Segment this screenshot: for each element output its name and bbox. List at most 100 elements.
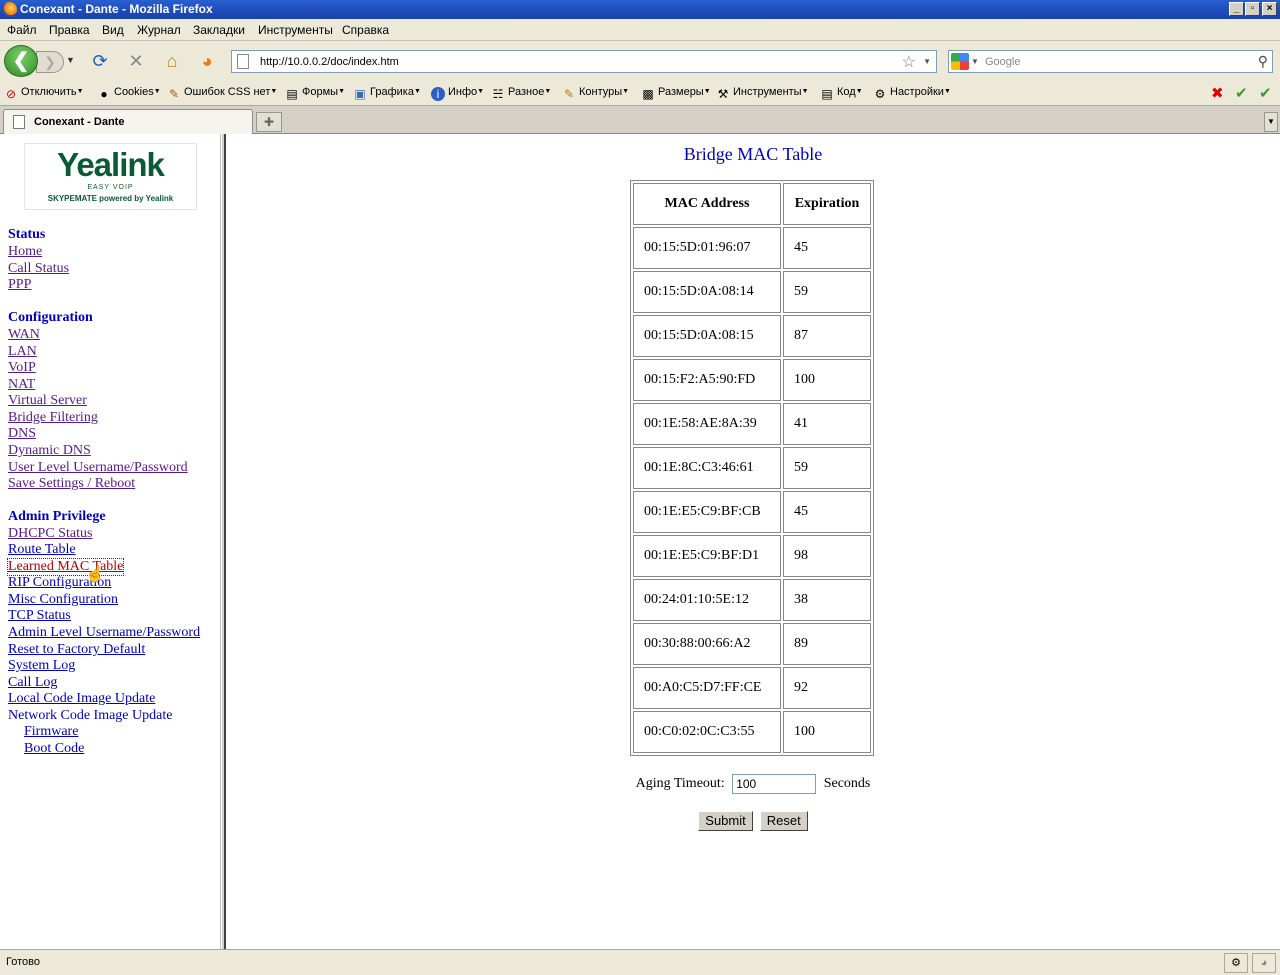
menu-file[interactable]: Файл xyxy=(7,23,37,37)
link-reset-factory-default[interactable]: Reset to Factory Default xyxy=(8,642,145,658)
link-wan[interactable]: WAN xyxy=(8,327,40,343)
toolbar-outline[interactable]: ✎ Контуры▼ xyxy=(562,86,629,101)
window-title: Conexant - Dante - Mozilla Firefox xyxy=(20,2,213,16)
toolbar-disable[interactable]: ⊘ Отключить▼ xyxy=(4,86,84,101)
link-call-log[interactable]: Call Log xyxy=(8,675,57,691)
expiration-cell: 45 xyxy=(783,227,871,269)
link-firmware[interactable]: Firmware xyxy=(24,724,78,740)
expiration-cell: 59 xyxy=(783,447,871,489)
tab-list-button[interactable]: ▼ xyxy=(1264,112,1278,132)
reset-button[interactable]: Reset xyxy=(759,811,808,831)
url-bar[interactable]: http://10.0.0.2/doc/index.htm ☆ ▼ xyxy=(231,50,937,73)
link-call-status[interactable]: Call Status xyxy=(8,261,69,277)
toolbar-images[interactable]: ▣ Графика▼ xyxy=(353,86,421,101)
maximize-button[interactable]: ▫ xyxy=(1245,2,1260,16)
link-virtual-server[interactable]: Virtual Server xyxy=(8,393,87,409)
mac-address-cell: 00:1E:58:AE:8A:39 xyxy=(633,403,781,445)
menu-edit[interactable]: Правка xyxy=(49,23,90,37)
link-learned-mac-table[interactable]: Learned MAC Table xyxy=(6,558,125,576)
menu-bookmarks[interactable]: Закладки xyxy=(193,23,245,37)
link-dynamic-dns[interactable]: Dynamic DNS xyxy=(8,443,91,459)
menu-tools[interactable]: Инструменты xyxy=(258,23,333,37)
expiration-cell: 100 xyxy=(783,711,871,753)
close-button[interactable]: × xyxy=(1262,2,1277,16)
link-dhcpc-status[interactable]: DHCPC Status xyxy=(8,526,92,542)
link-route-table[interactable]: Route Table xyxy=(8,542,76,558)
toolbar-css[interactable]: ✎ Ошибок CSS нет▼ xyxy=(167,86,277,101)
link-home[interactable]: Home xyxy=(8,244,42,260)
resize-icon: ▩ xyxy=(642,87,654,101)
reload-icon[interactable]: ⟳ xyxy=(90,51,110,71)
section-admin-privilege: Admin Privilege xyxy=(8,509,106,524)
back-button[interactable]: ❮ xyxy=(4,45,38,77)
expiration-cell: 89 xyxy=(783,623,871,665)
toolbar-cookies[interactable]: ● Cookies▼ xyxy=(97,86,160,101)
settings-icon: ⚙ xyxy=(874,87,886,101)
toolbar-tools[interactable]: ⚒ Инструменты▼ xyxy=(716,86,809,101)
js-check-icon[interactable]: ✔ xyxy=(1259,84,1272,102)
status-bar: Готово ⚙ ◕ xyxy=(0,949,1280,975)
link-bridge-filtering[interactable]: Bridge Filtering xyxy=(8,410,98,426)
toolbar-settings[interactable]: ⚙ Настройки▼ xyxy=(873,86,951,101)
toolbar-misc[interactable]: ☵ Разное▼ xyxy=(491,86,552,101)
table-row: 00:1E:E5:C9:BF:D1 98 xyxy=(633,535,871,577)
rss-status-icon[interactable]: ◕ xyxy=(1252,953,1276,973)
minimize-button[interactable]: _ xyxy=(1229,2,1244,16)
submit-button[interactable]: Submit xyxy=(698,811,753,831)
home-icon[interactable]: ⌂ xyxy=(162,51,182,71)
table-row: 00:15:5D:0A:08:15 87 xyxy=(633,315,871,357)
search-bar[interactable]: ▼ Google ⚲ xyxy=(948,50,1273,73)
form-buttons: Submit Reset xyxy=(228,811,1278,831)
link-tcp-status[interactable]: TCP Status xyxy=(8,608,71,624)
table-row: 00:A0:C5:D7:FF:CE 92 xyxy=(633,667,871,709)
mac-table: MAC Address Expiration 00:15:5D:01:96:07… xyxy=(630,180,874,756)
link-system-log[interactable]: System Log xyxy=(8,658,75,674)
menu-history[interactable]: Журнал xyxy=(137,23,181,37)
error-icon[interactable]: ✖ xyxy=(1211,84,1224,102)
toolbar-forms[interactable]: ▤ Формы▼ xyxy=(285,86,345,101)
tab-conexant-dante[interactable]: Conexant - Dante xyxy=(3,109,253,134)
person-icon: ● xyxy=(100,87,108,101)
link-save-settings-reboot[interactable]: Save Settings / Reboot xyxy=(8,476,135,492)
expiration-cell: 87 xyxy=(783,315,871,357)
url-dropdown-icon[interactable]: ▼ xyxy=(923,57,931,66)
search-engine-dropdown-icon[interactable]: ▼ xyxy=(971,57,979,66)
toolbar-info[interactable]: i Инфо▼ xyxy=(431,86,484,101)
toolbar-code[interactable]: ▤ Код▼ xyxy=(820,86,862,101)
toolbar-resize[interactable]: ▩ Размеры▼ xyxy=(641,86,710,101)
link-nat[interactable]: NAT xyxy=(8,377,35,393)
frame-divider[interactable] xyxy=(221,134,226,949)
section-status: Status xyxy=(8,227,46,242)
link-misc-configuration[interactable]: Misc Configuration xyxy=(8,592,118,608)
google-icon[interactable] xyxy=(951,53,969,70)
link-user-level-password[interactable]: User Level Username/Password xyxy=(8,460,188,476)
history-dropdown-icon[interactable]: ▼ xyxy=(66,55,75,65)
bookmark-star-icon[interactable]: ☆ xyxy=(902,52,916,72)
mac-address-cell: 00:15:5D:0A:08:15 xyxy=(633,315,781,357)
link-local-code-image-update[interactable]: Local Code Image Update xyxy=(8,691,155,707)
page-content: Yealink EASY VOIP SKYPEMATE powered by Y… xyxy=(0,134,1280,949)
css-check-icon[interactable]: ✔ xyxy=(1235,84,1248,102)
expiration-cell: 98 xyxy=(783,535,871,577)
header-mac-address: MAC Address xyxy=(633,183,781,225)
hand-cursor-icon: ☝ xyxy=(85,566,105,583)
aging-timeout-input[interactable] xyxy=(732,774,817,794)
stop-icon[interactable]: ✕ xyxy=(126,51,146,71)
misc-icon: ☵ xyxy=(492,87,504,101)
forward-button[interactable]: ❯ xyxy=(36,51,64,73)
mac-address-cell: 00:C0:02:0C:C3:55 xyxy=(633,711,781,753)
rss-icon[interactable]: ◕ xyxy=(197,51,217,71)
addon-icon[interactable]: ⚙ xyxy=(1224,953,1248,973)
link-boot-code[interactable]: Boot Code xyxy=(24,741,84,757)
link-admin-level-password[interactable]: Admin Level Username/Password xyxy=(8,625,200,641)
link-lan[interactable]: LAN xyxy=(8,344,37,360)
link-voip[interactable]: VoIP xyxy=(8,360,36,376)
menu-view[interactable]: Вид xyxy=(102,23,124,37)
search-icon[interactable]: ⚲ xyxy=(1258,53,1268,70)
search-placeholder: Google xyxy=(985,56,1021,68)
link-ppp[interactable]: PPP xyxy=(8,277,31,293)
menu-bar: Файл Правка Вид Журнал Закладки Инструме… xyxy=(0,19,1280,41)
menu-help[interactable]: Справка xyxy=(342,23,389,37)
link-dns[interactable]: DNS xyxy=(8,426,36,442)
new-tab-button[interactable]: ✚ xyxy=(256,112,282,132)
